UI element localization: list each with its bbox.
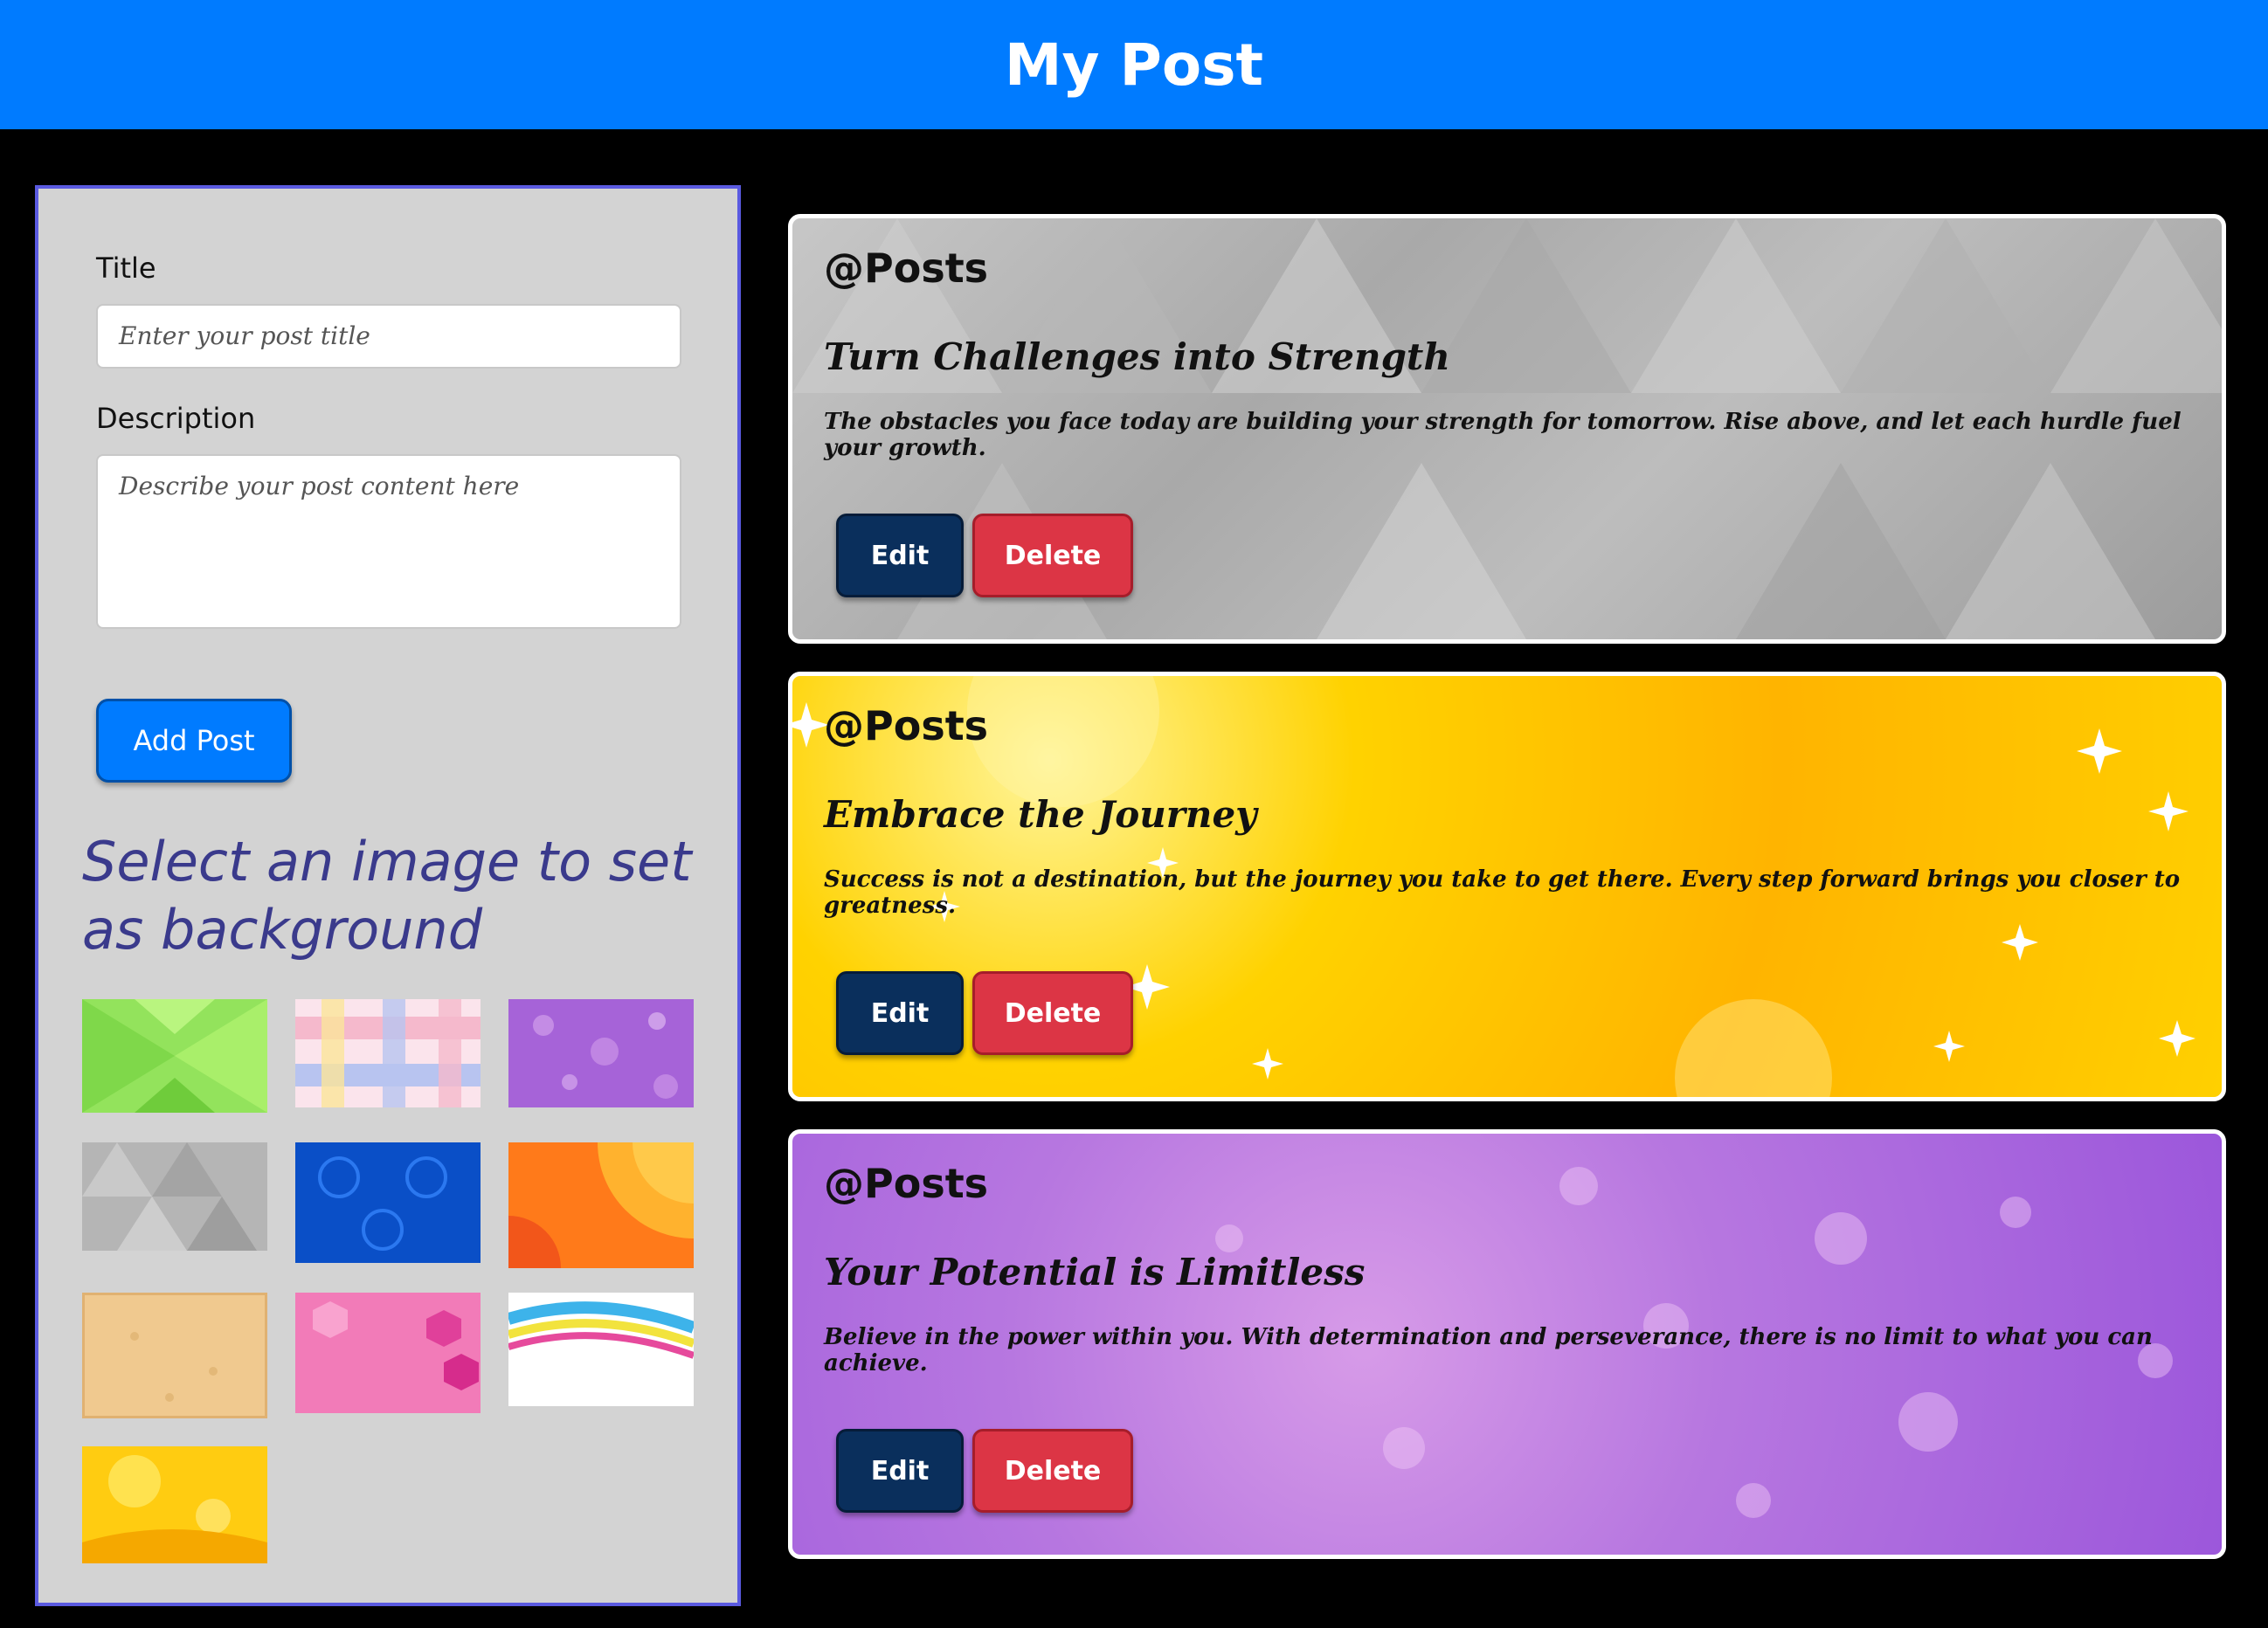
edit-button[interactable]: Edit [836, 1429, 964, 1513]
blue-damask-thumbnail[interactable] [295, 1142, 481, 1263]
yellow-sparkle-thumbnail[interactable] [82, 1446, 267, 1563]
post-username: @Posts [824, 245, 989, 292]
post-title: Your Potential is Limitless [824, 1251, 1366, 1293]
beige-texture-thumbnail[interactable] [82, 1293, 267, 1418]
page-title: My Post [1004, 31, 1264, 99]
delete-button[interactable]: Delete [972, 514, 1133, 597]
green-pattern-thumbnail[interactable] [82, 999, 267, 1113]
description-textarea[interactable]: Describe your post content here [96, 454, 681, 629]
delete-button[interactable]: Delete [972, 1429, 1133, 1513]
pastel-plaid-thumbnail[interactable] [295, 999, 481, 1107]
post-card: @Posts Your Potential is Limitless Belie… [788, 1129, 2226, 1559]
background-picker-heading: Select an image to set as background [82, 830, 692, 962]
post-card: @Posts Embrace the Journey Success is no… [788, 672, 2226, 1101]
edit-button[interactable]: Edit [836, 514, 964, 597]
app-header: My Post [0, 0, 2268, 129]
post-body: Believe in the power within you. With de… [824, 1324, 2153, 1376]
post-title: Embrace the Journey [824, 793, 1257, 836]
purple-bokeh-thumbnail[interactable] [508, 999, 694, 1107]
title-input[interactable]: Enter your post title [96, 304, 681, 369]
description-label: Description [96, 402, 256, 435]
post-title: Turn Challenges into Strength [824, 335, 1450, 378]
post-card: @Posts Turn Challenges into Strength The… [788, 214, 2226, 644]
edit-button[interactable]: Edit [836, 971, 964, 1055]
post-username: @Posts [824, 1160, 989, 1207]
add-post-button[interactable]: Add Post [96, 699, 292, 783]
gray-triangles-thumbnail[interactable] [82, 1142, 267, 1251]
post-body: Success is not a destination, but the jo… [824, 866, 2181, 919]
post-form-panel: Title Enter your post title Description … [35, 185, 741, 1606]
post-username: @Posts [824, 702, 989, 749]
orange-waves-thumbnail[interactable] [508, 1142, 694, 1268]
title-label: Title [96, 252, 156, 285]
rainbow-wave-thumbnail[interactable] [508, 1293, 694, 1406]
delete-button[interactable]: Delete [972, 971, 1133, 1055]
post-body: The obstacles you face today are buildin… [824, 409, 2182, 461]
pink-hexagons-thumbnail[interactable] [295, 1293, 481, 1413]
